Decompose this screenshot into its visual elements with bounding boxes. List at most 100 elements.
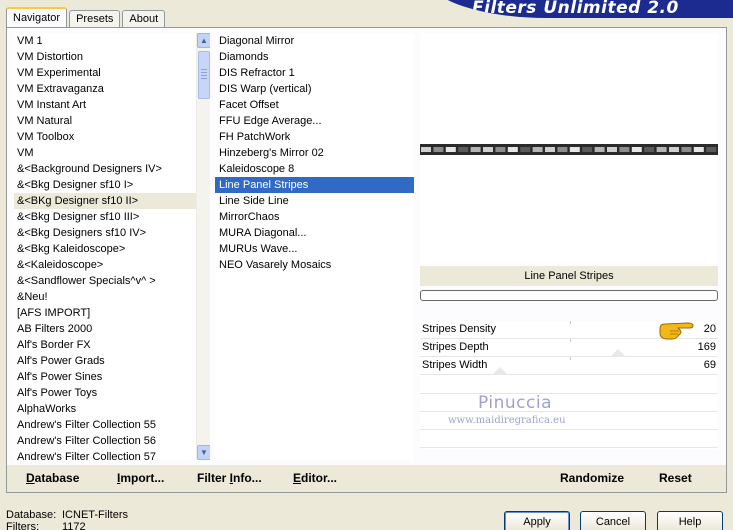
- category-item[interactable]: Andrew's Filter Collection 57: [14, 449, 210, 460]
- filter-item[interactable]: DIS Refractor 1: [215, 65, 414, 81]
- category-item[interactable]: VM Toolbox: [14, 129, 210, 145]
- button-label: atabase: [34, 471, 80, 485]
- param-value: 169: [697, 341, 716, 353]
- filter-item[interactable]: NEO Vasarely Mosaics: [215, 257, 414, 273]
- scroll-thumb[interactable]: [198, 51, 210, 99]
- tab-navigator[interactable]: Navigator: [6, 7, 68, 28]
- category-item[interactable]: VM Extravaganza: [14, 81, 210, 97]
- tab-about[interactable]: About: [122, 10, 166, 28]
- scroll-grip: [201, 69, 207, 70]
- filter-item[interactable]: Kaleidoscope 8: [215, 161, 414, 177]
- param-row-stripes-width[interactable]: Stripes Width 69: [420, 357, 718, 375]
- stripe-segment: [507, 147, 518, 152]
- stripe-segment: [421, 147, 431, 152]
- category-item[interactable]: &<Bkg Kaleidoscope>: [14, 241, 210, 257]
- status-database-value: ICNET-Filters: [62, 509, 128, 521]
- category-item[interactable]: VM Natural: [14, 113, 210, 129]
- stripe-segment: [470, 147, 481, 152]
- category-item[interactable]: &Neu!: [14, 289, 210, 305]
- filter-item[interactable]: DIS Warp (vertical): [215, 81, 414, 97]
- category-item[interactable]: VM Instant Art: [14, 97, 210, 113]
- filter-item[interactable]: MURUs Wave...: [215, 241, 414, 257]
- category-item[interactable]: Alf's Power Toys: [14, 385, 210, 401]
- param-divider: [420, 447, 718, 448]
- slider-marker: [610, 349, 626, 357]
- watermark-name: Pinuccia: [478, 393, 552, 413]
- button-label: Filter: [197, 471, 230, 485]
- filter-item[interactable]: Line Panel Stripes: [215, 177, 414, 193]
- filter-list[interactable]: Diagonal Mirror Diamonds DIS Refractor 1 DI…: [215, 33, 414, 460]
- category-item[interactable]: Andrew's Filter Collection 55: [14, 417, 210, 433]
- stripe-segment: [706, 147, 717, 152]
- category-item[interactable]: Alf's Power Grads: [14, 353, 210, 369]
- filter-item[interactable]: FFU Edge Average...: [215, 113, 414, 129]
- filter-item[interactable]: Facet Offset: [215, 97, 414, 113]
- filter-item[interactable]: MURA Diagonal...: [215, 225, 414, 241]
- banner-title: Filters Unlimited 2.0: [472, 0, 679, 18]
- category-item[interactable]: &<Bkg Designers sf10 IV>: [14, 225, 210, 241]
- category-item[interactable]: Alf's Power Sines: [14, 369, 210, 385]
- filter-item[interactable]: Hinzeberg's Mirror 02: [215, 145, 414, 161]
- filter-item[interactable]: Line Side Line: [215, 193, 414, 209]
- filter-item[interactable]: FH PatchWork: [215, 129, 414, 145]
- category-item[interactable]: Alf's Border FX: [14, 337, 210, 353]
- category-item[interactable]: AB Filters 2000: [14, 321, 210, 337]
- filter-items: Diagonal Mirror Diamonds DIS Refractor 1 DI…: [215, 33, 414, 273]
- cancel-button[interactable]: Cancel: [580, 511, 646, 530]
- stripe-segment: [681, 147, 692, 152]
- category-item[interactable]: VM: [14, 145, 210, 161]
- randomize-button[interactable]: Randomize: [560, 471, 624, 485]
- category-item[interactable]: AlphaWorks: [14, 401, 210, 417]
- database-button[interactable]: Database: [26, 471, 79, 485]
- category-item[interactable]: VM Distortion: [14, 49, 210, 65]
- param-tick: [570, 339, 571, 342]
- scroll-grip: [201, 78, 207, 79]
- app-banner: Filters Unlimited 2.0: [428, 0, 733, 18]
- param-tick: [570, 357, 571, 360]
- category-item[interactable]: &<Bkg Designer sf10 I>: [14, 177, 210, 193]
- category-scrollbar[interactable]: ▲ ▼: [196, 33, 210, 460]
- param-label: Stripes Depth: [422, 341, 489, 353]
- import-button[interactable]: Import...: [117, 471, 164, 485]
- category-item[interactable]: &<BKg Designer sf10 II>: [14, 193, 210, 209]
- stripe-segment: [433, 147, 444, 152]
- stripe-segment: [569, 147, 580, 152]
- category-list[interactable]: VM 1 VM Distortion VM Experimental VM Extra…: [14, 33, 210, 460]
- param-divider: [420, 429, 718, 430]
- category-item[interactable]: [AFS IMPORT]: [14, 305, 210, 321]
- category-item[interactable]: &<Bkg Designer sf10 III>: [14, 209, 210, 225]
- category-item[interactable]: VM 1: [14, 33, 210, 49]
- tab-presets[interactable]: Presets: [69, 10, 121, 28]
- filter-item[interactable]: MirrorChaos: [215, 209, 414, 225]
- scroll-grip: [201, 75, 207, 76]
- scroll-down-button[interactable]: ▼: [197, 445, 210, 460]
- filter-info-button[interactable]: Filter Info...: [197, 471, 262, 485]
- preview-filter-name: Line Panel Stripes: [420, 266, 718, 286]
- editor-button[interactable]: Editor...: [293, 471, 337, 485]
- reset-button[interactable]: Reset: [659, 471, 692, 485]
- stripe-segment: [693, 147, 704, 152]
- param-row-stripes-depth[interactable]: Stripes Depth 169: [420, 339, 718, 357]
- progress-bar: [420, 290, 718, 301]
- parameter-panel[interactable]: Stripes Density 20 Stripes Depth 169 Str…: [420, 321, 718, 449]
- stripe-segment: [644, 147, 655, 152]
- tab-bar: Navigator Presets About: [6, 6, 167, 28]
- category-item[interactable]: &<Kaleidoscope>: [14, 257, 210, 273]
- apply-button[interactable]: Apply: [504, 511, 570, 530]
- category-item[interactable]: &<Background Designers IV>: [14, 161, 210, 177]
- stripe-segment: [582, 147, 593, 152]
- help-button[interactable]: Help: [657, 511, 723, 530]
- scroll-up-button[interactable]: ▲: [197, 33, 210, 48]
- stripe-segment: [607, 147, 617, 152]
- param-divider: [420, 393, 718, 394]
- filter-item[interactable]: Diagonal Mirror: [215, 33, 414, 49]
- category-item[interactable]: Andrew's Filter Collection 56: [14, 433, 210, 449]
- filter-item[interactable]: Diamonds: [215, 49, 414, 65]
- category-item[interactable]: VM Experimental: [14, 65, 210, 81]
- category-item[interactable]: &<Sandflower Specials^v^ >: [14, 273, 210, 289]
- param-divider: [420, 411, 718, 412]
- preview-stripes-image: [420, 144, 718, 155]
- accelerator-key: E: [293, 471, 302, 485]
- stripe-segment: [631, 147, 642, 152]
- stripe-segment: [557, 147, 568, 152]
